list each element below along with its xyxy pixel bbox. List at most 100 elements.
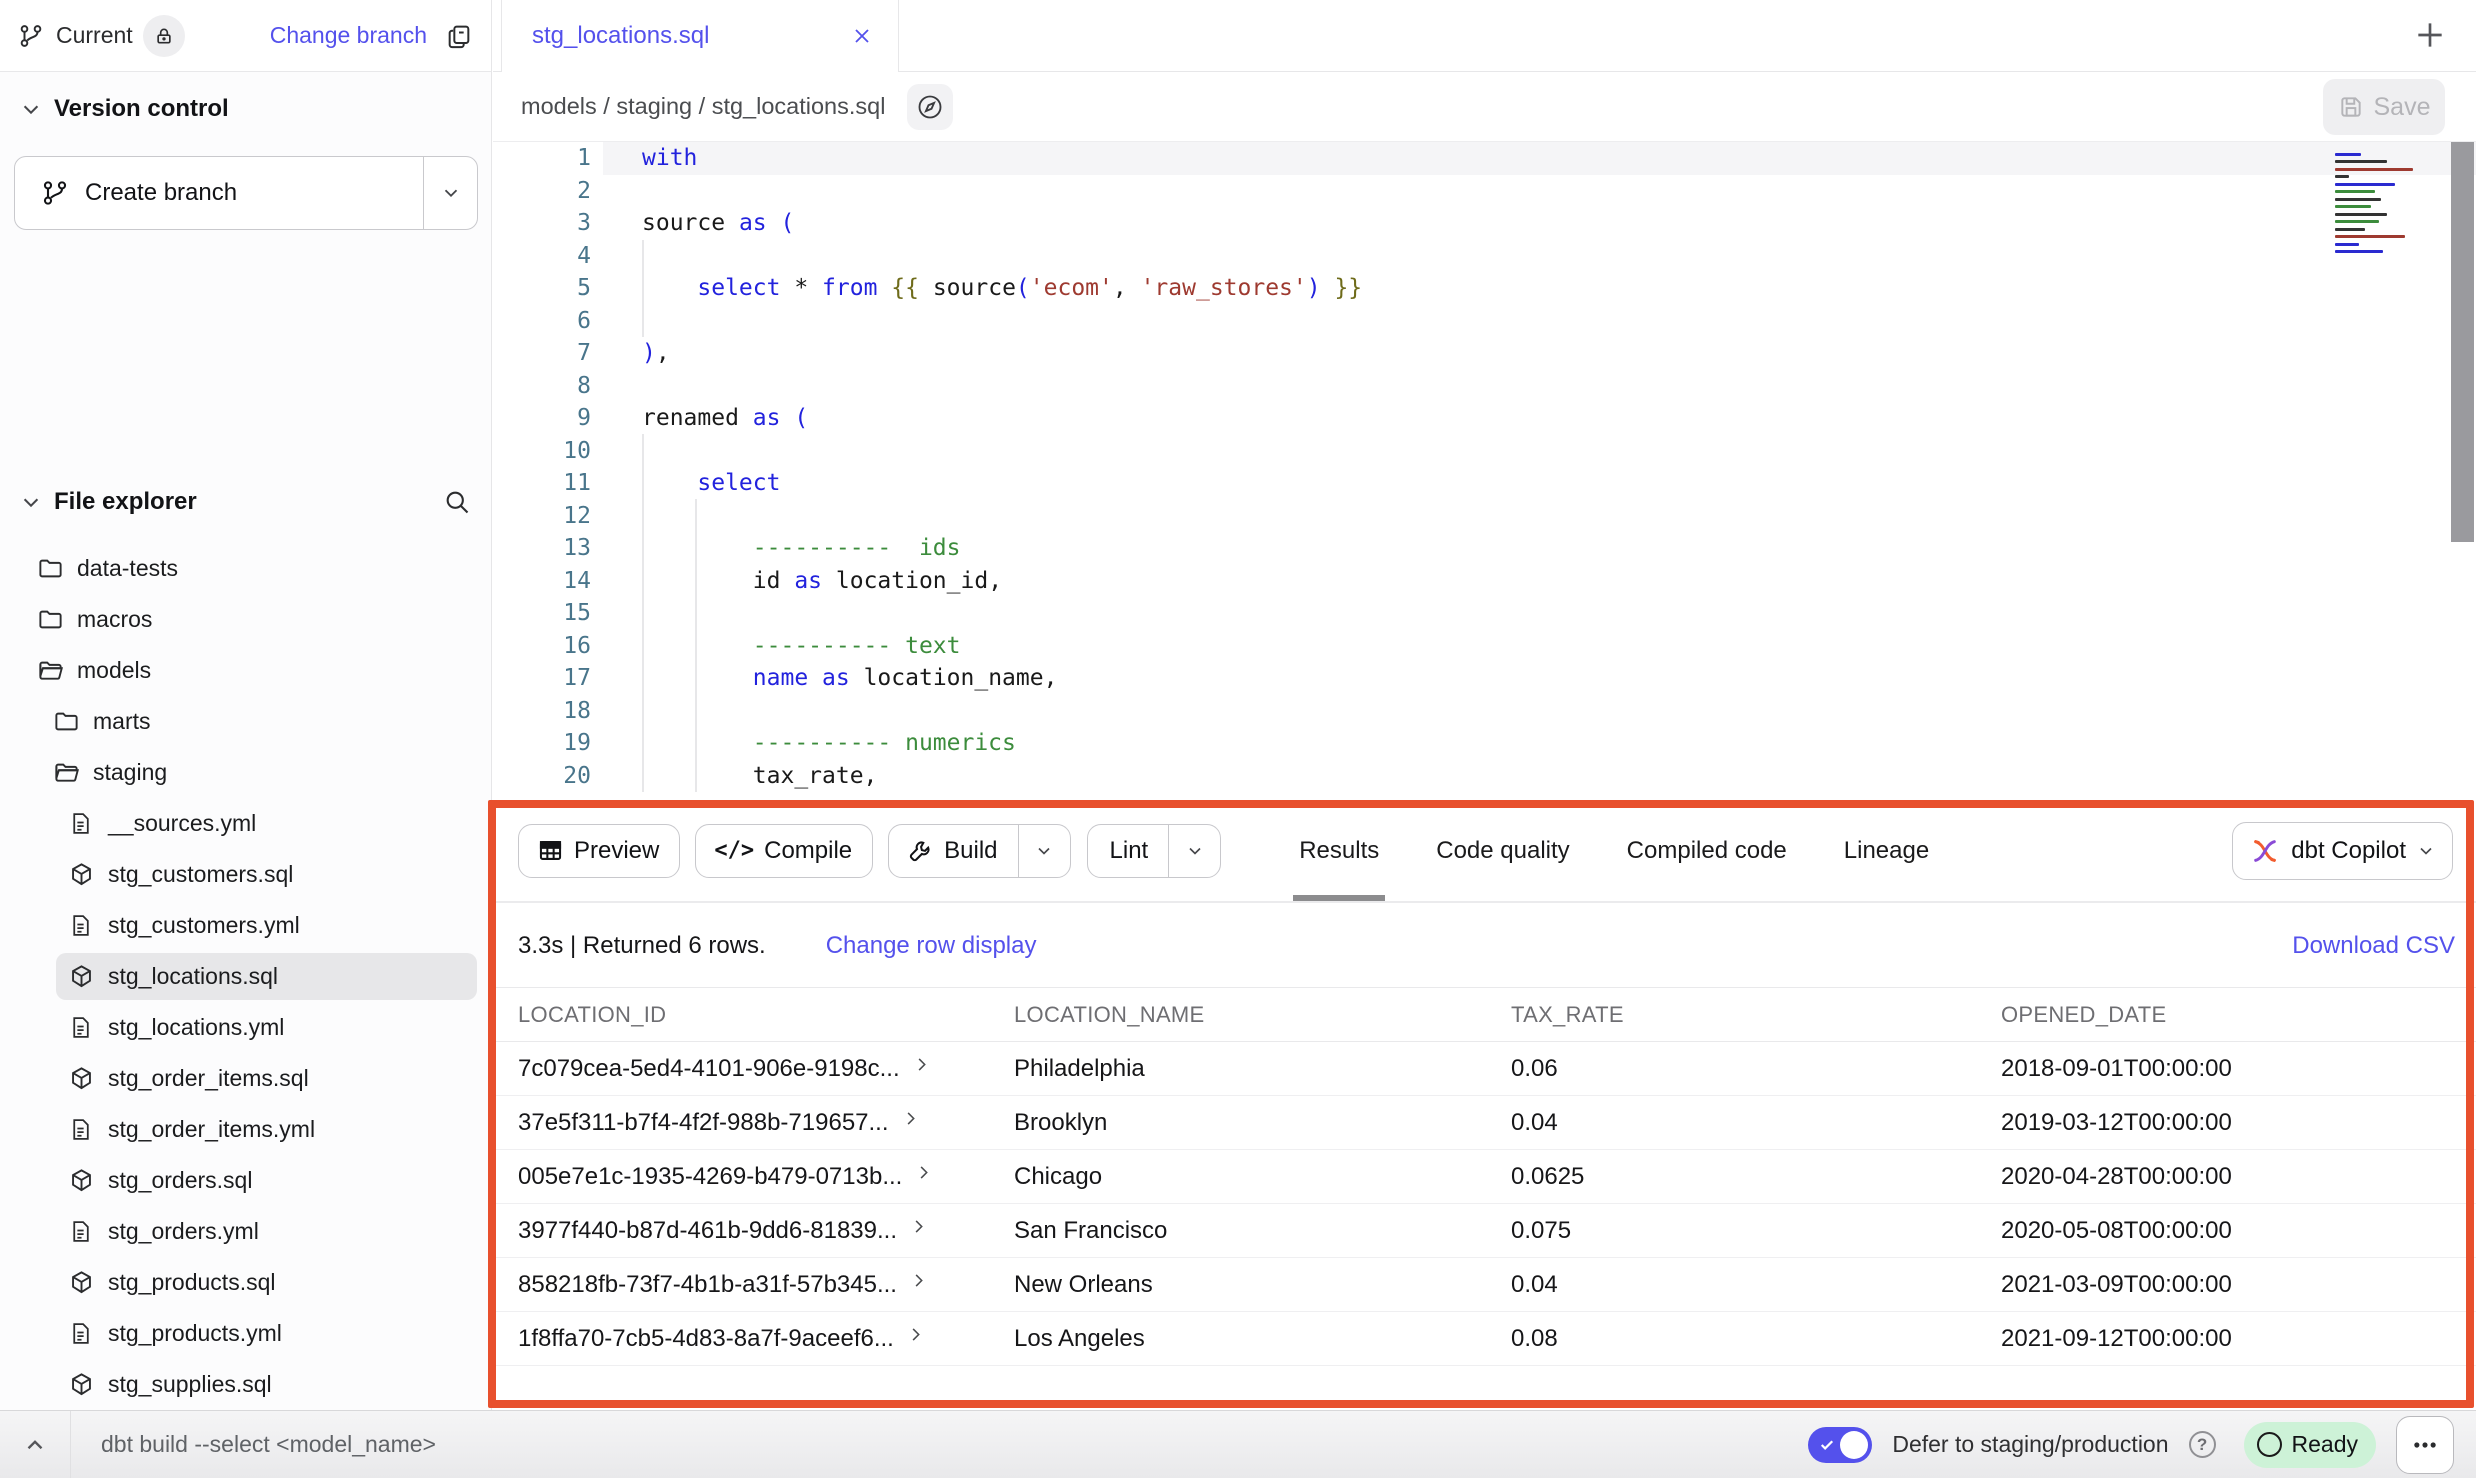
table-row[interactable]: 005e7e1c-1935-4269-b479-0713b...Chicago0… bbox=[493, 1150, 2476, 1204]
dbt-copilot-button[interactable]: dbt Copilot bbox=[2232, 822, 2453, 880]
file-item-stg_products.yml[interactable]: stg_products.yml bbox=[0, 1308, 491, 1359]
file-item-stg_order_items.sql[interactable]: stg_order_items.sql bbox=[0, 1053, 491, 1104]
help-icon[interactable]: ? bbox=[2189, 1431, 2216, 1458]
file-item-stg_customers.sql[interactable]: stg_customers.sql bbox=[0, 849, 491, 900]
defer-toggle[interactable] bbox=[1808, 1427, 1872, 1463]
table-cell: Brooklyn bbox=[1014, 1109, 1511, 1137]
file-item-stg_locations.sql[interactable]: stg_locations.sql bbox=[0, 951, 491, 1002]
cube-icon bbox=[68, 1269, 95, 1296]
results-tabs: Results Code quality Compiled code Lineage bbox=[1299, 800, 1929, 901]
file-item-data-tests[interactable]: data-tests bbox=[0, 543, 491, 594]
file-item-staging[interactable]: staging bbox=[0, 747, 491, 798]
table-cell: 0.04 bbox=[1511, 1271, 2001, 1299]
results-panel-tab-lineage[interactable]: Lineage bbox=[1844, 800, 1929, 901]
code-editor[interactable]: 1with23source as (45 select * from {{ so… bbox=[493, 142, 2476, 800]
close-icon[interactable] bbox=[850, 24, 874, 48]
table-row[interactable]: 3977f440-b87d-461b-9dd6-81839...San Fran… bbox=[493, 1204, 2476, 1258]
file-item-label: macros bbox=[77, 606, 152, 633]
tab-stg-locations-sql[interactable]: stg_locations.sql bbox=[501, 0, 899, 72]
dbt-cloud-ide: Current Change branch Version control bbox=[0, 0, 2476, 1478]
copilot-sparkle-icon bbox=[2249, 835, 2281, 867]
file-item-stg_locations.yml[interactable]: stg_locations.yml bbox=[0, 1002, 491, 1053]
file-item-macros[interactable]: macros bbox=[0, 594, 491, 645]
version-control-header[interactable]: Version control bbox=[0, 86, 491, 132]
create-branch-label: Create branch bbox=[85, 179, 237, 207]
new-tab-plus-icon[interactable] bbox=[2410, 15, 2450, 60]
line-number: 12 bbox=[493, 503, 591, 529]
build-dropdown-chevron[interactable] bbox=[1018, 825, 1070, 877]
folder-icon bbox=[53, 708, 80, 735]
table-cell: 2021-09-12T00:00:00 bbox=[2001, 1325, 2476, 1353]
results-panel-tab-compiled-code[interactable]: Compiled code bbox=[1627, 800, 1787, 901]
file-item-stg_orders.sql[interactable]: stg_orders.sql bbox=[0, 1155, 491, 1206]
expand-row-chevron-icon[interactable] bbox=[912, 1055, 931, 1074]
expand-row-chevron-icon[interactable] bbox=[909, 1217, 928, 1236]
file-tree: data-tests macros modelsmartsstaging__sour… bbox=[0, 543, 491, 1410]
lint-button[interactable]: Lint bbox=[1087, 824, 1222, 878]
change-branch-link[interactable]: Change branch bbox=[270, 22, 427, 49]
file-item-stg_supplies.sql[interactable]: stg_supplies.sql bbox=[0, 1359, 491, 1410]
create-branch-main[interactable]: Create branch bbox=[15, 157, 423, 229]
code-line-8: 8 bbox=[493, 370, 2476, 403]
collapse-panel-button[interactable] bbox=[0, 1411, 71, 1478]
status-bar: dbt build --select <model_name> Defer to… bbox=[0, 1410, 2476, 1478]
table-row[interactable]: 858218fb-73f7-4b1b-a31f-57b345...New Orl… bbox=[493, 1258, 2476, 1312]
preview-button[interactable]: Preview bbox=[518, 824, 680, 878]
command-input[interactable]: dbt build --select <model_name> bbox=[101, 1431, 436, 1458]
change-row-display-link[interactable]: Change row display bbox=[826, 932, 1037, 960]
file-item-models[interactable]: models bbox=[0, 645, 491, 696]
file-explorer-header[interactable]: File explorer bbox=[0, 478, 491, 526]
code-text: ---------- numerics bbox=[642, 730, 1016, 756]
code-line-19: 19 ---------- numerics bbox=[493, 727, 2476, 760]
results-panel-tab-results[interactable]: Results bbox=[1299, 800, 1379, 901]
build-button[interactable]: Build bbox=[888, 824, 1070, 878]
more-options-button[interactable] bbox=[2396, 1416, 2454, 1474]
results-panel-tab-code-quality[interactable]: Code quality bbox=[1436, 800, 1569, 901]
file-item-stg_order_items.yml[interactable]: stg_order_items.yml bbox=[0, 1104, 491, 1155]
file-item-stg_customers.yml[interactable]: stg_customers.yml bbox=[0, 900, 491, 951]
search-icon[interactable] bbox=[443, 488, 471, 516]
create-branch-dropdown[interactable] bbox=[423, 157, 477, 229]
copilot-chevron-down-icon bbox=[2416, 841, 2436, 861]
chevron-up-icon bbox=[22, 1432, 48, 1458]
code-line-9: 9renamed as ( bbox=[493, 402, 2476, 435]
ready-status-badge[interactable]: Ready bbox=[2244, 1422, 2376, 1468]
expand-row-chevron-icon[interactable] bbox=[914, 1163, 933, 1182]
editor-scrollbar[interactable] bbox=[2451, 142, 2474, 542]
table-row[interactable]: 37e5f311-b7f4-4f2f-988b-719657...Brookly… bbox=[493, 1096, 2476, 1150]
lint-dropdown-chevron[interactable] bbox=[1168, 825, 1220, 877]
expand-row-chevron-icon[interactable] bbox=[906, 1325, 925, 1344]
line-number: 10 bbox=[493, 438, 591, 464]
code-text: tax_rate, bbox=[642, 763, 877, 789]
code-text: with bbox=[642, 145, 697, 171]
status-bar-right: Defer to staging/production ? Ready bbox=[1808, 1416, 2476, 1474]
code-text: ---------- text bbox=[642, 633, 961, 659]
line-number: 6 bbox=[493, 308, 591, 334]
editor-minimap bbox=[2331, 148, 2447, 258]
file-item-stg_products.sql[interactable]: stg_products.sql bbox=[0, 1257, 491, 1308]
query-status-text: 3.3s | Returned 6 rows. bbox=[518, 932, 766, 960]
create-branch-button[interactable]: Create branch bbox=[14, 156, 478, 230]
defer-label: Defer to staging/production bbox=[1892, 1431, 2168, 1458]
table-row[interactable]: 1f8ffa70-7cb5-4d83-8a7f-9aceef6...Los An… bbox=[493, 1312, 2476, 1366]
expand-row-chevron-icon[interactable] bbox=[909, 1271, 928, 1290]
expand-row-chevron-icon[interactable] bbox=[901, 1109, 920, 1128]
code-line-10: 10 bbox=[493, 435, 2476, 468]
line-number: 17 bbox=[493, 665, 591, 691]
file-item-label: stg_products.yml bbox=[108, 1320, 282, 1347]
file-item-__sources.yml[interactable]: __sources.yml bbox=[0, 798, 491, 849]
file-item-stg_orders.yml[interactable]: stg_orders.yml bbox=[0, 1206, 491, 1257]
save-button[interactable]: Save bbox=[2323, 79, 2445, 135]
compile-button[interactable]: </> Compile bbox=[695, 824, 873, 878]
lineage-compass-icon[interactable] bbox=[907, 84, 953, 130]
download-csv-link[interactable]: Download CSV bbox=[2292, 932, 2455, 960]
table-row[interactable]: 7c079cea-5ed4-4101-906e-9198c...Philadel… bbox=[493, 1042, 2476, 1096]
chevron-down-icon bbox=[20, 491, 42, 513]
file-item-marts[interactable]: marts bbox=[0, 696, 491, 747]
copy-icon[interactable] bbox=[445, 22, 473, 50]
line-number: 19 bbox=[493, 730, 591, 756]
line-number: 15 bbox=[493, 600, 591, 626]
folder-icon bbox=[37, 606, 64, 633]
results-table-header: LOCATION_IDLOCATION_NAMETAX_RATEOPENED_D… bbox=[493, 987, 2476, 1042]
code-line-7: 7), bbox=[493, 337, 2476, 370]
